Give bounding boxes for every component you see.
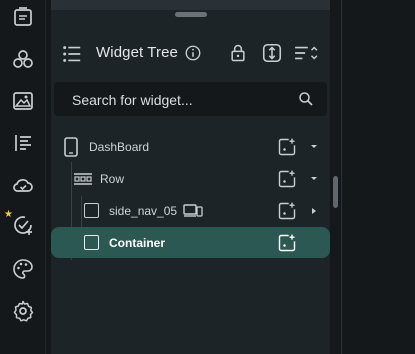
settings-icon [13, 300, 34, 322]
tree-item-dashboard[interactable]: DashBoard [51, 132, 330, 162]
phone-icon [64, 137, 78, 157]
widget-tree-icon [15, 135, 31, 151]
panel-drag-handle[interactable] [175, 12, 207, 17]
tree-item-label: side_nav_05 [109, 204, 178, 218]
rail-divider [45, 0, 46, 354]
panel-header: Widget Tree [51, 36, 330, 70]
cloud-icon [13, 179, 33, 192]
rail-theme-button[interactable] [6, 252, 40, 286]
sort-icon[interactable] [293, 43, 319, 63]
checkbox-outline-icon [84, 203, 99, 218]
left-nav-rail: ★ [0, 0, 46, 354]
expand-collapse-icon[interactable] [261, 42, 283, 64]
widget-search-field[interactable]: Search for widget... [54, 82, 327, 116]
rail-components-button[interactable] [6, 42, 40, 76]
tree-item-label: DashBoard [89, 140, 150, 154]
tree-item-label: Row [100, 172, 125, 186]
new-feature-check-icon [14, 216, 32, 235]
flutterflow-editor: ★ Widget Tree Search for widget... DashB… [0, 0, 415, 354]
panel-scrollbar[interactable] [333, 176, 338, 208]
panel-title: Widget Tree [96, 44, 178, 61]
theme-icon [13, 259, 33, 279]
components-icon [13, 50, 33, 68]
tree-item-side-nav[interactable]: side_nav_05 [51, 196, 330, 226]
list-icon [63, 46, 81, 62]
search-icon[interactable] [297, 90, 315, 108]
lock-icon[interactable] [228, 43, 248, 63]
canvas-area [342, 0, 415, 354]
rail-media-button[interactable] [6, 84, 40, 118]
widget-tree-panel: Widget Tree Search for widget... DashBoa… [51, 0, 330, 354]
pages-icon [14, 7, 32, 26]
tree-item-container[interactable]: Container [51, 227, 330, 258]
media-icon [13, 92, 33, 110]
add-child-icon[interactable] [277, 137, 297, 157]
rail-pages-button[interactable] [6, 0, 40, 34]
add-child-icon[interactable] [277, 169, 297, 189]
rail-widget-tree-button[interactable] [6, 126, 40, 160]
responsive-devices-icon [183, 204, 203, 217]
chevron-down-icon[interactable] [309, 143, 319, 151]
panel-top-strip [51, 0, 330, 10]
rail-cloud-button[interactable] [6, 168, 40, 202]
rail-new-feature-button[interactable]: ★ [4, 208, 40, 242]
add-child-icon[interactable] [277, 201, 297, 221]
info-icon[interactable] [184, 44, 202, 62]
new-badge-star-icon: ★ [4, 209, 13, 220]
rail-settings-button[interactable] [6, 294, 40, 328]
search-input[interactable]: Search for widget... [72, 92, 193, 108]
tree-item-label: Container [109, 236, 166, 250]
tree-item-row[interactable]: Row [51, 164, 330, 194]
row-icon [74, 173, 92, 185]
chevron-down-icon[interactable] [309, 175, 319, 183]
checkbox-outline-icon [84, 235, 99, 250]
add-child-icon[interactable] [277, 233, 297, 253]
chevron-right-icon[interactable] [309, 207, 319, 215]
